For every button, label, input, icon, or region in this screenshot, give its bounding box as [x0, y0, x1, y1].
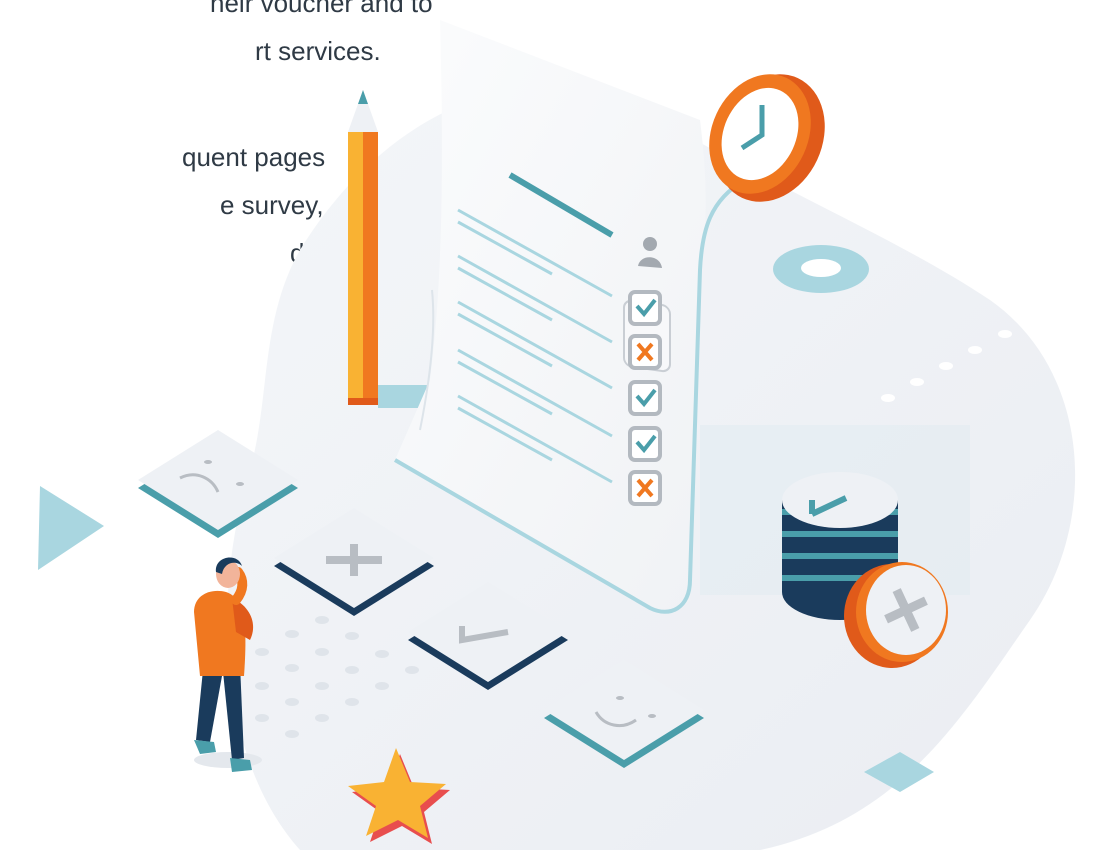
checkbox-check-2 [628, 380, 662, 416]
checkbox-check-1 [628, 290, 662, 326]
triangle-icon [38, 486, 104, 570]
pencil-icon [348, 90, 378, 405]
checkbox-cross-1 [628, 334, 662, 370]
checkbox-cross-2 [628, 470, 662, 506]
survey-illustration [38, 20, 1076, 850]
ring-icon [773, 245, 869, 293]
checklist [628, 290, 662, 506]
checkbox-check-3 [628, 426, 662, 462]
